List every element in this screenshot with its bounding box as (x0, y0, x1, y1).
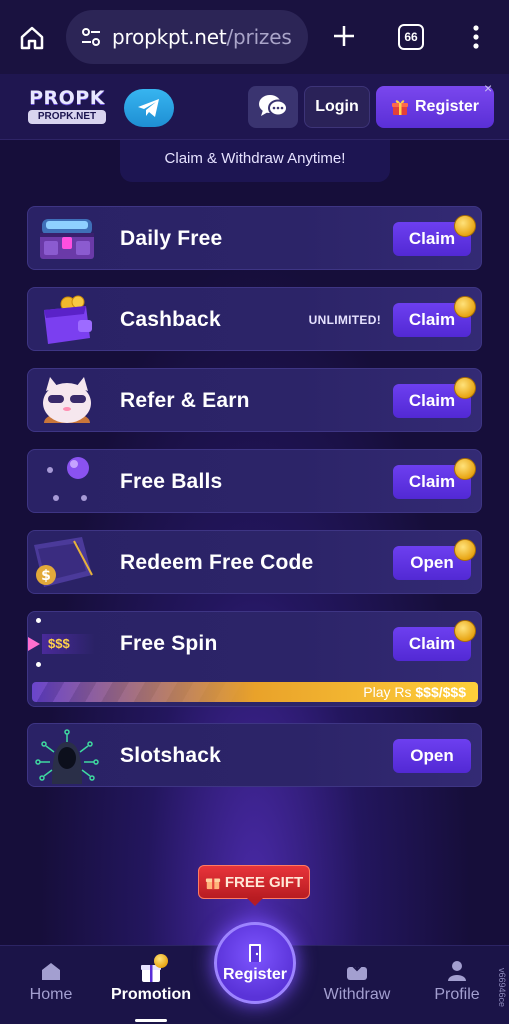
spin-progress-text: Play Rs $$$/$$$ (363, 682, 466, 702)
nav-home[interactable]: Home (6, 956, 96, 1004)
url-text: propkpt.net/prizes (112, 25, 292, 49)
prize-card-cashback[interactable]: Cashback UNLIMITED! Claim (27, 287, 482, 351)
home-icon[interactable] (18, 24, 46, 52)
chat-button[interactable] (248, 86, 298, 128)
header-register-label: Register (414, 98, 480, 115)
claim-banner: Claim & Withdraw Anytime! (120, 140, 390, 182)
nav-profile[interactable]: Profile (412, 956, 502, 1004)
card-title: Slotshack (120, 744, 222, 767)
home-icon (42, 963, 60, 980)
login-button[interactable]: Login (304, 86, 370, 128)
prize-card-free-spin[interactable]: $$$ Free Spin Claim Play Rs $$$/$$$ (27, 611, 482, 707)
logo-wordmark: PROPK (29, 87, 105, 109)
coin-icon (454, 539, 476, 561)
nav-register-label: Register (222, 966, 288, 983)
coin-icon (454, 296, 476, 318)
card-title: Redeem Free Code (120, 551, 314, 574)
nav-home-label: Home (29, 986, 73, 1003)
coin-icon (454, 215, 476, 237)
free-gift-label: FREE GIFT (224, 873, 304, 891)
telegram-icon (138, 99, 159, 117)
claim-banner-text: Claim & Withdraw Anytime! (164, 150, 346, 167)
prizes-content: Claim & Withdraw Anytime! Daily Free Cla… (0, 140, 509, 945)
card-title: Daily Free (120, 227, 223, 250)
browser-toolbar: propkpt.net/prizes 66 (0, 0, 509, 74)
wallet-icon (44, 295, 92, 344)
url-domain: propkpt.net (112, 25, 227, 49)
card-title: Refer & Earn (120, 389, 250, 412)
spin-progress-bar: Play Rs $$$/$$$ (32, 682, 478, 702)
spin-icon-amount: $$$ (42, 634, 94, 654)
chat-bubbles-icon (259, 95, 288, 117)
prize-card-refer-earn[interactable]: Refer & Earn Claim (27, 368, 482, 432)
hacker-icon (35, 729, 99, 784)
nav-withdraw-label: Withdraw (323, 986, 391, 1003)
balls-icon (47, 457, 89, 501)
prize-card-daily-free[interactable]: Daily Free Claim (27, 206, 482, 270)
nav-withdraw[interactable]: Withdraw (312, 956, 402, 1004)
close-icon[interactable]: × (484, 80, 492, 96)
telegram-button[interactable] (124, 89, 174, 127)
free-gift-button[interactable]: FREE GIFT (198, 865, 310, 906)
treasure-chest-icon (40, 219, 94, 259)
gift-icon (205, 878, 220, 890)
card-title: Free Balls (120, 470, 223, 493)
new-tab-icon[interactable] (330, 22, 358, 50)
ticket-icon: $ (34, 537, 93, 587)
header-register-button[interactable]: Register (376, 86, 494, 128)
logo-domain: PROPK.NET (28, 110, 106, 124)
site-settings-icon[interactable] (80, 26, 102, 48)
address-bar[interactable]: propkpt.net/prizes (66, 10, 308, 64)
coin-icon (454, 377, 476, 399)
build-id: v66946ce (497, 968, 507, 1008)
gift-icon (391, 100, 408, 115)
withdraw-icon (347, 961, 367, 980)
coin-icon (454, 620, 476, 642)
lucky-cat-icon (43, 377, 91, 423)
site-header: PROPK PROPK.NET Login Register × (0, 74, 509, 140)
svg-text:$: $ (41, 568, 51, 584)
more-options-icon[interactable] (466, 22, 486, 52)
spin-progress-label: Play Rs (363, 684, 412, 700)
door-icon (249, 944, 261, 962)
unlimited-badge: UNLIMITED! (308, 313, 381, 327)
open-button[interactable]: Open (393, 739, 471, 773)
nav-promotion[interactable]: Promotion (106, 954, 196, 1004)
prize-card-redeem-code[interactable]: $ Redeem Free Code Open (27, 530, 482, 594)
prize-card-slotshack[interactable]: Slotshack Open (27, 723, 482, 787)
card-title: Free Spin (120, 632, 218, 655)
url-path: /prizes (226, 25, 292, 49)
spin-icon: $$$ (28, 612, 98, 676)
tab-switcher-button[interactable]: 66 (398, 24, 424, 50)
active-tab-indicator (135, 1019, 167, 1022)
propk-logo[interactable]: PROPK PROPK.NET (28, 88, 106, 128)
coin-icon (454, 458, 476, 480)
card-title: Cashback (120, 308, 221, 331)
spin-progress-amount: $$$/$$$ (415, 684, 466, 700)
nav-promotion-label: Promotion (111, 986, 191, 1003)
profile-icon (448, 961, 466, 981)
coin-icon (154, 954, 168, 968)
nav-profile-label: Profile (434, 986, 480, 1003)
nav-register-button[interactable]: Register (214, 922, 296, 1004)
prize-card-free-balls[interactable]: Free Balls Claim (27, 449, 482, 513)
